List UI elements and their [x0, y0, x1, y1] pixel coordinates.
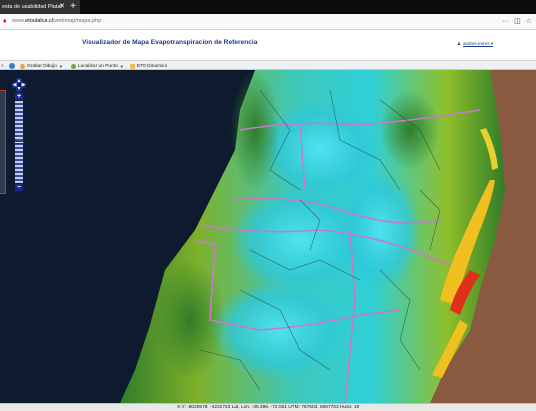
et0-dynamic-button[interactable]: ET0 Dinamico — [130, 62, 167, 70]
locate-point-label: Localizar un Punto — [78, 63, 118, 69]
toolbar-globe-icon[interactable] — [9, 63, 15, 69]
zoom-slider[interactable] — [14, 101, 24, 183]
url-path: /webmap/mapa.php — [52, 18, 102, 24]
url-field[interactable]: www.etoutalca.cl/webmap/mapa.php — [12, 17, 101, 26]
toolbar-overflow-icon[interactable]: » — [1, 62, 4, 70]
coordinates-status-bar: X,Y: -8020678, -4231723 Lat, Lon: -35.49… — [0, 403, 536, 411]
zoom-slider-thumb[interactable] — [14, 141, 24, 144]
save-drawing-label: Grabar Dibujo — [27, 63, 57, 69]
page-actions-icon[interactable]: ··· — [502, 17, 509, 26]
save-drawing-button[interactable]: Grabar Dibujo ▼ — [20, 62, 63, 70]
user-name: andres.torres ▾ — [463, 41, 494, 46]
zoom-out-button[interactable]: − — [15, 184, 23, 191]
save-drawing-icon — [20, 63, 25, 69]
wet-zone — [340, 170, 420, 290]
site-info-icon[interactable]: ♦ — [3, 18, 10, 25]
dry-zone — [380, 90, 440, 170]
url-prefix: www. — [12, 18, 26, 24]
evapotranspiration-raster — [0, 70, 536, 403]
left-panel-fragment — [0, 90, 6, 194]
user-icon: ♟ — [457, 41, 462, 46]
pan-down-button[interactable]: ▼ — [16, 86, 22, 92]
pocket-icon[interactable]: ◫ — [514, 17, 521, 26]
locate-point-icon — [71, 63, 76, 69]
dry-zone — [155, 260, 225, 380]
pan-control: ▲ ◀ ▶ ▼ — [12, 78, 26, 92]
wet-zone — [210, 280, 350, 380]
bookmark-star-icon[interactable]: ☆ — [526, 17, 532, 26]
browser-tab-strip: esta de usabilidad Plataf ✕ + — [0, 0, 536, 14]
zoom-in-button[interactable]: + — [15, 93, 23, 100]
et0-dynamic-label: ET0 Dinamico — [137, 63, 168, 69]
new-tab-button[interactable]: + — [68, 0, 78, 14]
url-host: etoutalca.cl — [25, 18, 53, 24]
chevron-down-icon: ▼ — [58, 63, 63, 69]
page-title: Visualizador de Mapa Evapotranspiracion … — [82, 39, 258, 46]
folder-icon — [130, 63, 135, 69]
browser-nav-bar: ♦ www.etoutalca.cl/webmap/mapa.php ··· ◫… — [0, 14, 536, 30]
zoom-control: + − — [14, 93, 24, 191]
chevron-down-icon: ▼ — [119, 63, 124, 69]
map-toolbar: » Grabar Dibujo ▼ Localizar un Punto ▼ E… — [0, 60, 536, 70]
user-menu[interactable]: ♟ andres.torres ▾ — [457, 41, 493, 47]
map-viewport[interactable]: ▲ ◀ ▶ ▼ + − — [0, 70, 536, 403]
close-tab-icon[interactable]: ✕ — [58, 0, 66, 14]
coordinates-readout: X,Y: -8020678, -4231723 Lat, Lon: -35.49… — [177, 405, 360, 410]
page-header: Visualizador de Mapa Evapotranspiracion … — [0, 30, 536, 60]
tab-title: esta de usabilidad Plataf — [2, 4, 62, 10]
locate-point-button[interactable]: Localizar un Punto ▼ — [71, 62, 124, 70]
